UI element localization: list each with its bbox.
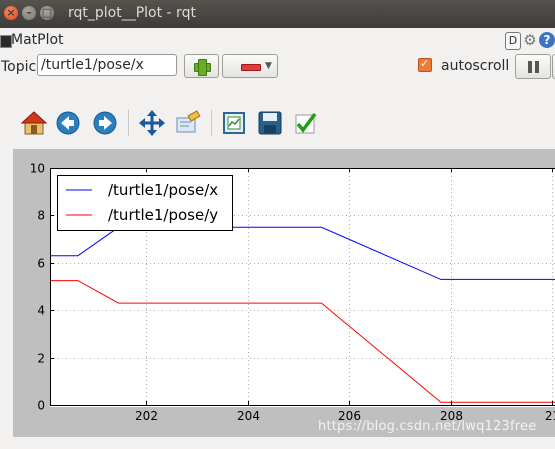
save-button[interactable] bbox=[257, 110, 283, 136]
maximize-window-button[interactable]: □ bbox=[40, 6, 54, 20]
forward-button[interactable] bbox=[92, 110, 118, 136]
y-tick-label: 10 bbox=[30, 162, 45, 176]
subplots-button[interactable] bbox=[221, 110, 247, 136]
minimize-window-button[interactable]: – bbox=[22, 6, 36, 20]
chevron-down-icon: ▼ bbox=[265, 61, 272, 71]
plus-icon-vertical bbox=[198, 59, 207, 76]
autoscroll-label: autoscroll bbox=[441, 58, 510, 74]
line-chart[interactable]: 202204206208210246810 /turtle1/pose/x/tu… bbox=[13, 149, 555, 437]
dock-d-button[interactable]: D bbox=[505, 32, 521, 50]
pan-button[interactable] bbox=[139, 110, 165, 136]
zoom-icon bbox=[176, 110, 201, 133]
pan-icon bbox=[139, 110, 165, 136]
edit-curves-button[interactable] bbox=[293, 110, 319, 136]
x-tick-label: 204 bbox=[237, 409, 260, 423]
minus-icon bbox=[241, 64, 261, 71]
check-icon: ✓ bbox=[420, 57, 430, 70]
topic-input[interactable] bbox=[37, 54, 177, 76]
save-icon bbox=[258, 111, 282, 135]
y-tick-label: 0 bbox=[37, 399, 45, 413]
y-tick-label: 4 bbox=[37, 304, 45, 318]
close-icon: × bbox=[6, 6, 16, 19]
home-icon bbox=[20, 111, 48, 135]
y-tick-label: 2 bbox=[37, 352, 45, 366]
legend-label: /turtle1/pose/x bbox=[108, 181, 218, 199]
home-button[interactable] bbox=[20, 110, 48, 136]
back-button[interactable] bbox=[55, 110, 81, 136]
autoscroll-checkbox[interactable]: ✓ bbox=[418, 57, 432, 72]
y-tick-label: 8 bbox=[37, 209, 45, 223]
edit-curves-icon bbox=[295, 112, 317, 134]
toolbar-separator bbox=[128, 110, 129, 136]
subplots-icon bbox=[223, 112, 245, 134]
plot-figure[interactable]: 202204206208210246810 /turtle1/pose/x/tu… bbox=[13, 149, 555, 437]
watermark-text: https://blog.csdn.net/lwq123free bbox=[318, 419, 537, 434]
legend: /turtle1/pose/x/turtle1/pose/y bbox=[57, 175, 233, 231]
y-tick-label: 6 bbox=[37, 257, 45, 271]
pause-icon bbox=[528, 61, 532, 73]
forward-icon bbox=[93, 111, 117, 135]
gear-icon[interactable]: ⚙ bbox=[522, 32, 538, 48]
back-icon bbox=[56, 111, 80, 135]
title-bar: × – □ rqt_plot__Plot - rqt bbox=[0, 0, 555, 28]
zoom-button[interactable] bbox=[175, 110, 201, 136]
remove-topic-button[interactable]: ▼ bbox=[222, 54, 278, 78]
topic-label: Topic bbox=[1, 59, 37, 75]
pause-button[interactable] bbox=[515, 54, 551, 79]
maximize-icon: □ bbox=[41, 6, 53, 19]
plugin-title: MatPlot bbox=[11, 32, 64, 48]
window-title: rqt_plot__Plot - rqt bbox=[68, 5, 196, 21]
legend-label: /turtle1/pose/y bbox=[108, 206, 218, 224]
close-window-button[interactable]: × bbox=[4, 6, 18, 20]
toolbar-separator bbox=[211, 110, 212, 136]
help-icon[interactable]: ? bbox=[539, 32, 555, 48]
pause-icon-bar bbox=[535, 61, 539, 73]
x-tick-label: 202 bbox=[135, 409, 158, 423]
x-tick-label: 21 bbox=[545, 409, 555, 423]
minimize-icon: – bbox=[26, 6, 32, 19]
add-topic-button[interactable] bbox=[184, 54, 219, 78]
